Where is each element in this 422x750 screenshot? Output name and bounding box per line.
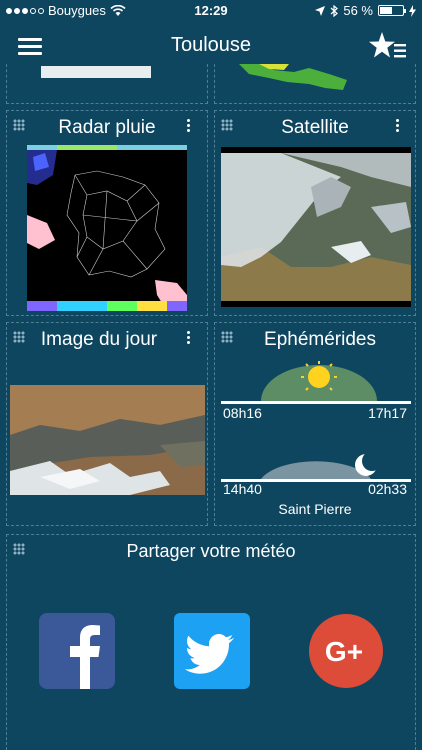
bluetooth-icon bbox=[330, 4, 339, 17]
sun-arc-icon bbox=[221, 361, 411, 404]
card-satellite[interactable]: Satellite bbox=[214, 110, 416, 316]
card-title: Radar pluie bbox=[58, 117, 156, 138]
card-title: Satellite bbox=[281, 117, 349, 138]
favorites-star-icon[interactable] bbox=[368, 30, 408, 62]
moonset-time: 02h33 bbox=[368, 481, 407, 497]
twitter-icon bbox=[174, 613, 250, 689]
google-plus-icon: G+ bbox=[309, 614, 383, 688]
card-options-icon[interactable] bbox=[187, 119, 191, 134]
sunrise-time: 08h16 bbox=[223, 405, 262, 421]
google-plus-share-button[interactable]: G+ bbox=[308, 613, 384, 689]
card-radar-pluie[interactable]: Radar pluie bbox=[6, 110, 208, 316]
image-of-the-day[interactable] bbox=[10, 385, 205, 495]
location-arrow-icon bbox=[315, 5, 326, 16]
saint-of-day: Saint Pierre bbox=[278, 501, 352, 517]
moon-arc-icon bbox=[221, 451, 411, 482]
scrolled-map-thumbnail bbox=[239, 64, 347, 90]
nav-bar: Toulouse bbox=[0, 22, 422, 70]
battery-icon bbox=[378, 5, 406, 16]
card-ephemerides[interactable]: Ephémérides 08h16 17h17 14h40 02h33 Sain… bbox=[214, 322, 416, 526]
facebook-share-button[interactable] bbox=[39, 613, 115, 689]
card-share: Partager votre météo G+ bbox=[6, 534, 416, 750]
moonrise-time: 14h40 bbox=[223, 481, 262, 497]
scrolled-map-thumbnail bbox=[41, 66, 151, 78]
facebook-icon bbox=[39, 613, 115, 689]
city-title: Toulouse bbox=[170, 34, 252, 56]
card-options-icon[interactable] bbox=[187, 331, 191, 346]
svg-text:G+: G+ bbox=[325, 636, 363, 667]
card-scrolled-left bbox=[6, 64, 208, 104]
card-title: Image du jour bbox=[40, 329, 158, 350]
sunset-time: 17h17 bbox=[368, 405, 407, 421]
charging-bolt-icon bbox=[409, 4, 416, 17]
card-scrolled-right bbox=[214, 64, 416, 104]
radar-map-image[interactable] bbox=[27, 145, 187, 311]
card-image-du-jour[interactable]: Image du jour bbox=[6, 322, 208, 526]
battery-percent: 56 % bbox=[343, 3, 373, 18]
twitter-share-button[interactable] bbox=[174, 613, 250, 689]
card-title: Ephémérides bbox=[264, 329, 376, 350]
card-options-icon[interactable] bbox=[396, 119, 400, 134]
status-bar: Bouygues 12:29 56 % bbox=[0, 0, 422, 22]
satellite-image[interactable] bbox=[221, 147, 411, 307]
card-title: Partager votre météo bbox=[126, 541, 296, 561]
status-right: 56 % bbox=[315, 3, 416, 18]
